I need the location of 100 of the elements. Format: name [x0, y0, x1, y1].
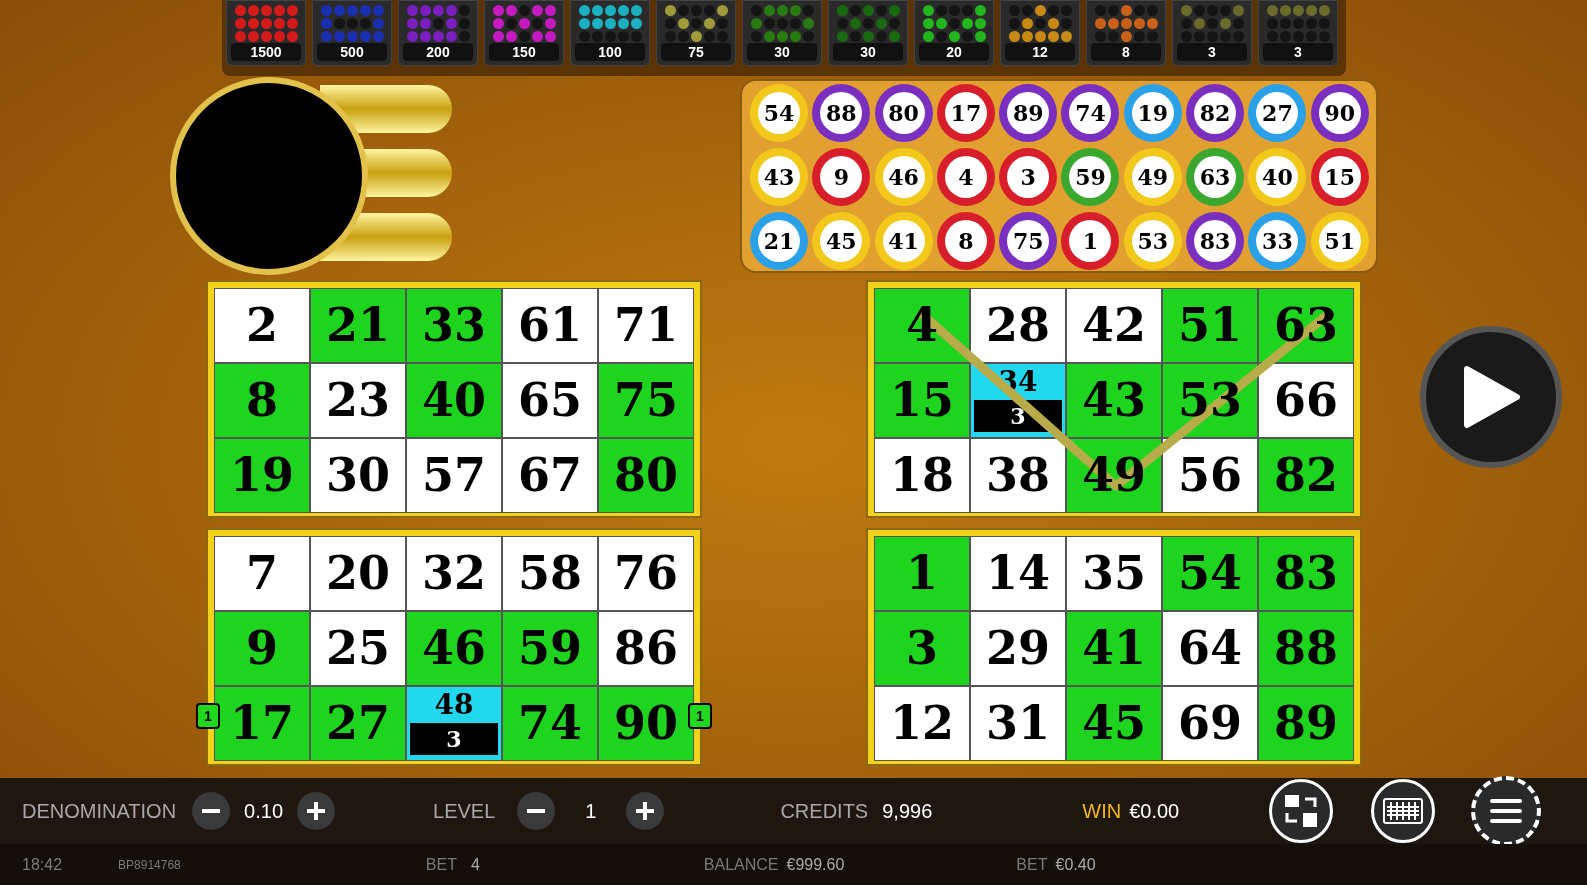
marked-number-cell: 45	[1066, 686, 1162, 761]
marked-number-cell: 15	[874, 363, 970, 438]
credits-label: CREDITS	[780, 799, 869, 824]
marked-number-cell: 17	[214, 686, 310, 761]
number-cell: 20	[310, 536, 406, 611]
number-cell: 71	[598, 288, 694, 363]
ball-number: 63	[1199, 162, 1231, 192]
marked-number-cell: 19	[214, 438, 310, 513]
level-label: LEVEL	[433, 799, 496, 824]
number-cell: 65	[502, 363, 598, 438]
ball-number: 51	[1324, 226, 1355, 256]
ball-number: 59	[1075, 162, 1106, 192]
number-cell: 14	[970, 536, 1066, 611]
marked-number-cell: 43	[1066, 363, 1162, 438]
decrease-button[interactable]	[517, 792, 556, 830]
swap-icon	[1283, 793, 1320, 829]
increase-button[interactable]	[626, 792, 665, 830]
marked-number-cell: 46	[406, 611, 502, 686]
marked-number-cell: 33	[406, 288, 502, 363]
plus-icon	[636, 802, 655, 820]
payout-value: 3	[1263, 43, 1333, 61]
denomination-label: DENOMINATION	[22, 799, 177, 824]
number-cell: 23	[310, 363, 406, 438]
payout-value: 200	[403, 43, 473, 61]
payout-value: 8	[1091, 43, 1161, 61]
ball-number: 45	[826, 226, 857, 256]
balance-label: BALANCE	[703, 854, 779, 875]
ball-number: 41	[888, 226, 919, 256]
minus-icon	[527, 809, 546, 813]
ball-number: 1	[1082, 226, 1099, 256]
marked-number-cell: 59	[502, 611, 598, 686]
ball-number: 15	[1324, 162, 1355, 192]
number-cell: 64	[1162, 611, 1258, 686]
number-cell: 30	[310, 438, 406, 513]
plus-icon	[307, 802, 325, 820]
denomination-value: 0.10	[244, 799, 283, 824]
ball-number: 90	[1324, 98, 1355, 128]
ball-number: 89	[1012, 98, 1044, 128]
payout-value: 30	[833, 43, 903, 61]
menu-icon	[1490, 798, 1523, 824]
marked-number-cell: 8	[214, 363, 310, 438]
marked-number-cell: 74	[502, 686, 598, 761]
ball-number: 88	[826, 98, 857, 128]
number-cell: 32	[406, 536, 502, 611]
payout-value: 30	[747, 43, 817, 61]
prize-count: 3	[410, 723, 498, 755]
marked-number-cell: 9	[214, 611, 310, 686]
ball-number: 46	[888, 162, 919, 192]
clock-time: 18:42	[22, 854, 63, 875]
marked-number-cell: 40	[406, 363, 502, 438]
number-cell: 7	[214, 536, 310, 611]
session-id: BP8914768	[118, 856, 181, 874]
marked-number-cell: 75	[598, 363, 694, 438]
number-cell: 42	[1066, 288, 1162, 363]
cards-grid-button[interactable]	[1371, 779, 1436, 843]
marked-number-cell: 88	[1258, 611, 1354, 686]
payout-value: 20	[919, 43, 989, 61]
increase-button[interactable]	[297, 792, 335, 830]
number-cell: 2	[214, 288, 310, 363]
number-cell: 25	[310, 611, 406, 686]
number-cell: 56	[1162, 438, 1258, 513]
ball-number: 74	[1075, 98, 1106, 128]
number-cell: 35	[1066, 536, 1162, 611]
number-cell: 69	[1162, 686, 1258, 761]
payout-value: 75	[661, 43, 731, 61]
number-cell: 28	[970, 288, 1066, 363]
number-cell: 67	[502, 438, 598, 513]
marked-number-cell: 54	[1162, 536, 1258, 611]
swap-numbers-button[interactable]	[1269, 779, 1334, 843]
ball-number: 54	[763, 98, 795, 128]
number-cell: 66	[1258, 363, 1354, 438]
ball-number: 43	[763, 162, 795, 192]
marked-number-cell: 90	[598, 686, 694, 761]
level-value: 1	[585, 799, 597, 824]
play-icon	[1461, 365, 1521, 429]
ball-number: 82	[1199, 98, 1231, 128]
marked-number-cell: 82	[1258, 438, 1354, 513]
bet-amount-label: BET	[1016, 854, 1048, 875]
number-cell: 58	[502, 536, 598, 611]
number-cell: 29	[970, 611, 1066, 686]
ball-number: 53	[1137, 226, 1169, 256]
ball-number: 4	[958, 162, 974, 192]
credits-value: 9,996	[882, 799, 933, 824]
decrease-button[interactable]	[192, 792, 231, 830]
number-cell: 76	[598, 536, 694, 611]
cell-number: 48	[434, 687, 474, 723]
ball-number: 8	[958, 226, 974, 256]
ball-number: 3	[1020, 162, 1036, 192]
marked-number-cell: 41	[1066, 611, 1162, 686]
marked-number-cell: 89	[1258, 686, 1354, 761]
balance-value: €999.60	[786, 854, 845, 875]
win-label: WIN	[1082, 799, 1122, 824]
number-cell: 86	[598, 611, 694, 686]
win-value: €0.00	[1129, 799, 1180, 824]
marked-number-cell: 51	[1162, 288, 1258, 363]
ball-number: 75	[1012, 226, 1044, 256]
ball-number: 19	[1137, 98, 1169, 128]
ball-number: 80	[888, 98, 919, 128]
bet-value: 4	[470, 854, 480, 875]
payout-value: 500	[317, 43, 387, 61]
